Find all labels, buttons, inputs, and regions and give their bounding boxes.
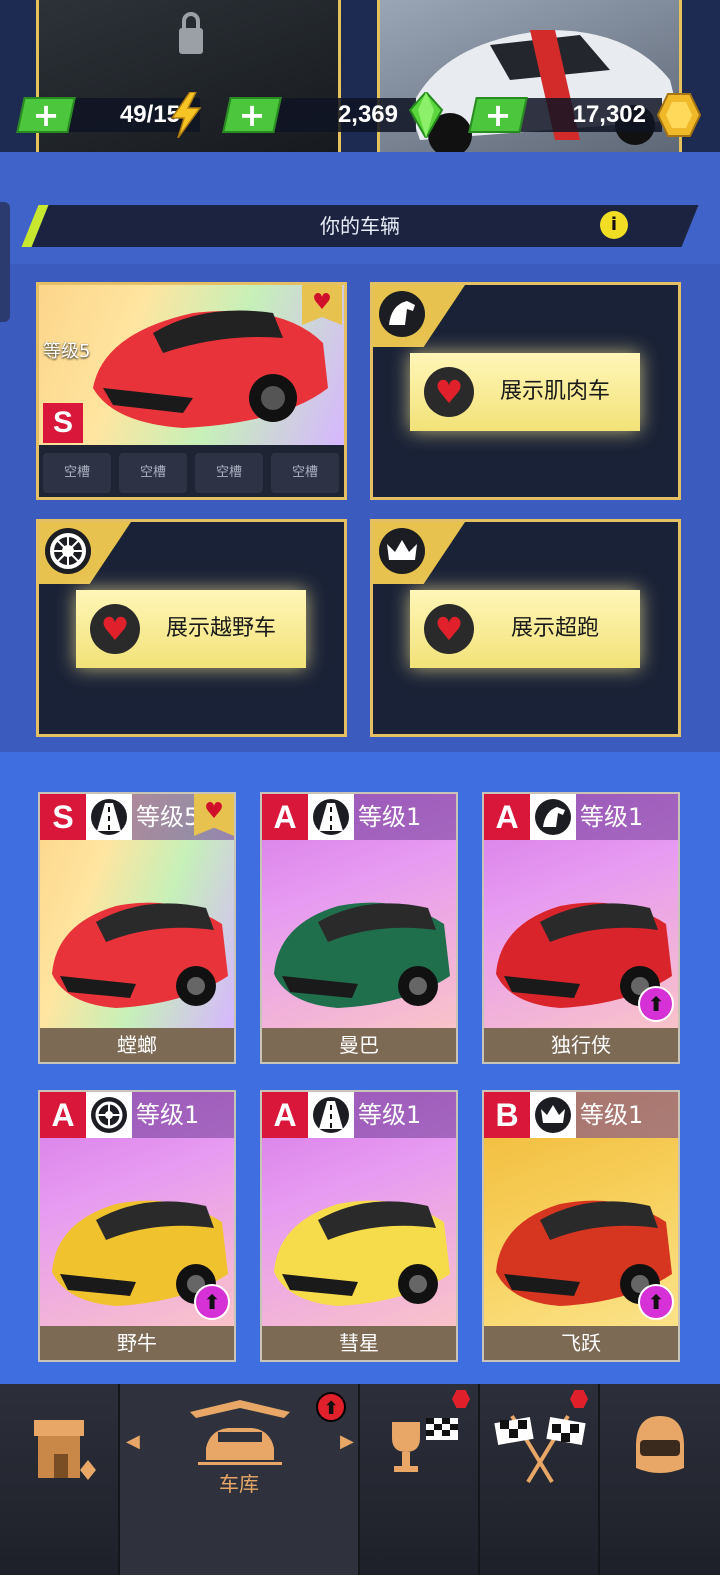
right-arrow-icon[interactable]: ▶ bbox=[340, 1432, 354, 1452]
show-muscle-car-button[interactable]: ♥ 展示肌肉车 bbox=[410, 353, 640, 431]
car-name: 飞跃 bbox=[484, 1326, 678, 1360]
red-sports-car-image bbox=[93, 310, 328, 428]
helmet-icon bbox=[636, 1416, 684, 1473]
add-fuel-button[interactable]: + bbox=[16, 96, 76, 134]
info-icon[interactable]: i bbox=[600, 211, 628, 239]
horse-icon bbox=[379, 291, 425, 337]
featured-rank: S bbox=[43, 403, 83, 443]
featured-car-slot[interactable]: 等级5 S ♥ 空槽 空槽 空槽 空槽 bbox=[36, 282, 347, 500]
car-card-2[interactable]: A 等级1 曼巴 bbox=[260, 792, 458, 1064]
showcase-slot-supercar[interactable]: ♥ 展示超跑 bbox=[370, 519, 681, 737]
part-slot-2[interactable]: 空槽 bbox=[119, 453, 187, 493]
heart-icon: ♥ bbox=[424, 604, 474, 654]
heart-icon: ♥ bbox=[90, 604, 140, 654]
car-card-5[interactable]: A 等级1 彗星 bbox=[260, 1090, 458, 1362]
lightning-icon bbox=[170, 92, 202, 138]
car-name: 彗星 bbox=[262, 1326, 456, 1360]
gems-resource: + 2,369 bbox=[222, 92, 446, 138]
side-edge-tab[interactable] bbox=[0, 202, 10, 322]
show-offroad-car-button[interactable]: ♥ 展示越野车 bbox=[76, 590, 306, 668]
crown-icon bbox=[379, 528, 425, 574]
shop-icon bbox=[34, 1420, 96, 1480]
green-gem-icon bbox=[408, 92, 444, 138]
fuel-resource: + 49/15 bbox=[16, 92, 210, 138]
bottom-navigation: ◀ ▶ 车库 ⬆ bbox=[0, 1384, 720, 1575]
heart-icon: ♥ bbox=[424, 367, 474, 417]
road-icon bbox=[313, 1097, 349, 1133]
garage-car-icon bbox=[190, 1400, 290, 1465]
tire-icon bbox=[45, 528, 91, 574]
nav-garage[interactable]: ◀ ▶ 车库 ⬆ bbox=[120, 1384, 360, 1575]
car-level: 等级1 bbox=[354, 794, 456, 840]
car-name: 螳螂 bbox=[40, 1028, 234, 1062]
car-rank: A bbox=[262, 794, 308, 840]
horse-icon bbox=[535, 799, 571, 835]
nav-shop[interactable] bbox=[0, 1384, 120, 1575]
car-card-6[interactable]: B 等级1 ⬆ 飞跃 bbox=[482, 1090, 680, 1362]
coins-value: 17,302 bbox=[572, 101, 646, 128]
showcase-slot-muscle[interactable]: ♥ 展示肌肉车 bbox=[370, 282, 681, 500]
car-rank: A bbox=[40, 1092, 86, 1138]
car-level: 等级1 bbox=[132, 1092, 234, 1138]
crown-icon bbox=[535, 1097, 571, 1133]
section-title: 你的车辆 bbox=[320, 214, 400, 238]
coins-resource: + 17,302 bbox=[468, 92, 704, 138]
part-slot-3[interactable]: 空槽 bbox=[195, 453, 263, 493]
showcase-slot-offroad[interactable]: ♥ 展示越野车 bbox=[36, 519, 347, 737]
part-slot-4[interactable]: 空槽 bbox=[271, 453, 339, 493]
trophy-flag-icon bbox=[392, 1418, 458, 1472]
car-rank: B bbox=[484, 1092, 530, 1138]
car-card-3[interactable]: A 等级1 ⬆ 独行侠 bbox=[482, 792, 680, 1064]
car-name: 曼巴 bbox=[262, 1028, 456, 1062]
car-level: 等级1 bbox=[354, 1092, 456, 1138]
lock-icon bbox=[179, 12, 203, 54]
upgrade-badge-icon: ⬆ bbox=[316, 1392, 346, 1422]
car-card-4[interactable]: A 等级1 ⬆ 野牛 bbox=[38, 1090, 236, 1362]
show-supercar-button[interactable]: ♥ 展示超跑 bbox=[410, 590, 640, 668]
fuel-value: 49/15 bbox=[119, 101, 180, 128]
car-level: 等级1 bbox=[576, 1092, 678, 1138]
nav-trophies[interactable] bbox=[360, 1384, 480, 1575]
tire-icon bbox=[91, 1097, 127, 1133]
checkered-flags-icon bbox=[494, 1414, 586, 1484]
car-name: 独行侠 bbox=[484, 1028, 678, 1062]
car-card-1[interactable]: S 等级5 ♥ 螳螂 bbox=[38, 792, 236, 1064]
road-icon bbox=[313, 799, 349, 835]
gold-coin-icon bbox=[656, 93, 702, 137]
car-rank: A bbox=[262, 1092, 308, 1138]
add-coins-button[interactable]: + bbox=[468, 96, 528, 134]
add-gems-button[interactable]: + bbox=[222, 96, 282, 134]
car-image bbox=[274, 902, 450, 1008]
upgrade-arrow-icon: ⬆ bbox=[638, 1284, 674, 1320]
top-hud: + 49/15 + 2,369 + 17,302 bbox=[0, 0, 720, 152]
nav-profile[interactable] bbox=[600, 1384, 720, 1575]
nav-races[interactable] bbox=[480, 1384, 600, 1575]
car-name: 野牛 bbox=[40, 1326, 234, 1360]
notification-badge-icon bbox=[452, 1390, 470, 1408]
featured-level: 等级5 bbox=[43, 341, 91, 362]
gems-value: 2,369 bbox=[337, 101, 398, 128]
car-image bbox=[52, 902, 228, 1008]
car-image bbox=[274, 1200, 450, 1306]
nav-garage-label: 车库 bbox=[219, 1472, 259, 1496]
road-icon bbox=[91, 799, 127, 835]
part-slot-1[interactable]: 空槽 bbox=[43, 453, 111, 493]
car-rank: A bbox=[484, 794, 530, 840]
upgrade-arrow-icon: ⬆ bbox=[194, 1284, 230, 1320]
car-level: 等级1 bbox=[576, 794, 678, 840]
upgrade-arrow-icon: ⬆ bbox=[638, 986, 674, 1022]
left-arrow-icon[interactable]: ◀ bbox=[126, 1432, 140, 1452]
car-rank: S bbox=[40, 794, 86, 840]
